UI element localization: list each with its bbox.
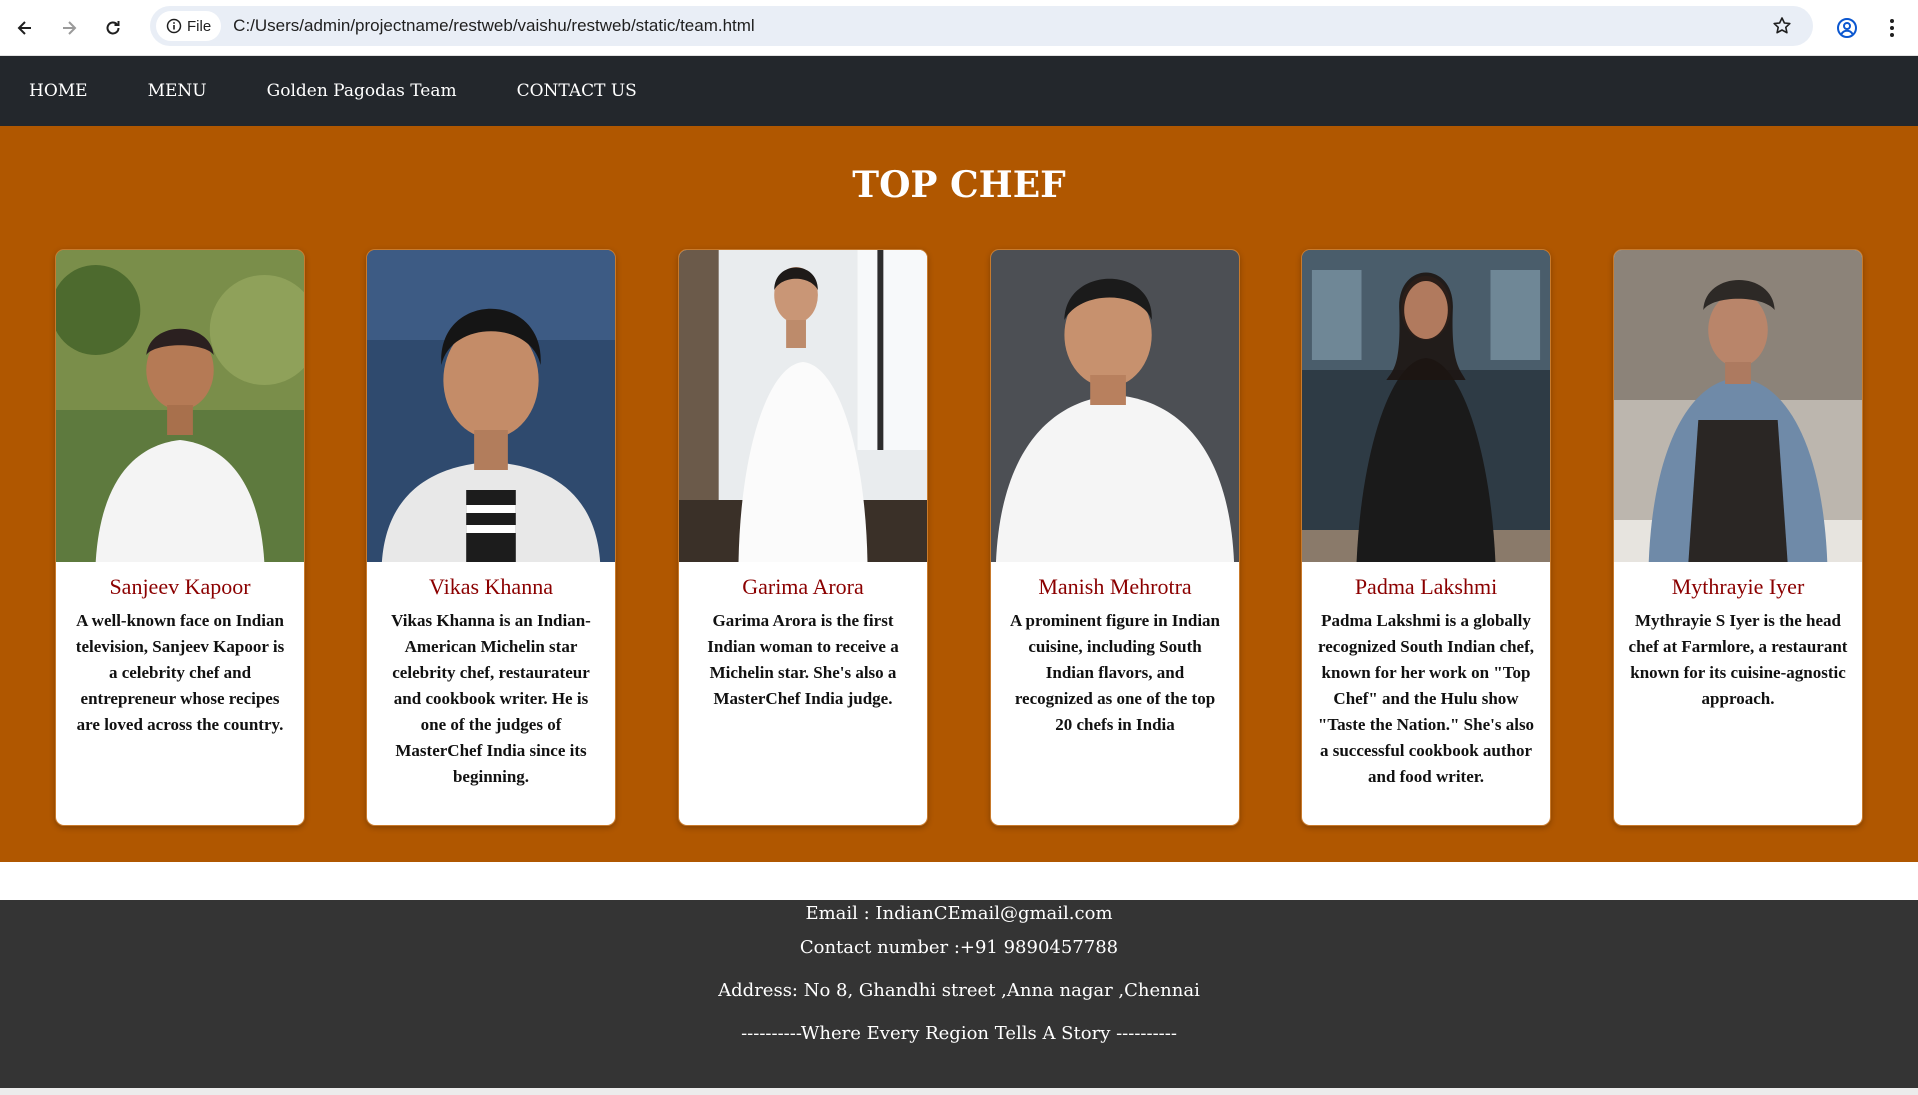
chef-photo <box>1614 250 1862 562</box>
chef-card: Padma Lakshmi Padma Lakshmi is a globall… <box>1301 249 1551 826</box>
forward-arrow-icon <box>63 20 77 35</box>
top-chef-section: TOP CHEF Sanjeev Kapoor A well-known fac… <box>0 126 1918 862</box>
footer-contact: Contact number :+91 9890457788 <box>799 937 1119 958</box>
back-button[interactable] <box>8 11 42 45</box>
chef-photo <box>679 250 927 562</box>
chef-name: Mythrayie Iyer <box>1671 574 1805 599</box>
address-bar[interactable]: File C:/Users/admin/projectname/restweb/… <box>150 6 1813 46</box>
bottom-strip <box>0 1088 1918 1095</box>
site-info-chip[interactable]: File <box>156 11 222 41</box>
chef-description: Padma Lakshmi is a globally recognized S… <box>1317 611 1535 786</box>
chef-name: Vikas Khanna <box>429 574 553 599</box>
star-icon <box>1773 17 1791 34</box>
browser-menu-button[interactable] <box>1875 11 1909 45</box>
chef-name: Manish Mehrotra <box>1038 574 1192 599</box>
chef-card: Manish Mehrotra A prominent figure in In… <box>990 249 1240 826</box>
bookmark-button[interactable] <box>1769 13 1795 39</box>
info-icon <box>166 18 182 34</box>
file-label: File <box>187 17 212 35</box>
chef-name: Padma Lakshmi <box>1354 574 1498 599</box>
chef-photo <box>367 250 615 562</box>
chef-card: Garima Arora Garima Arora is the first I… <box>678 249 928 826</box>
profile-icon <box>1837 18 1857 38</box>
nav-link-menu[interactable]: MENU <box>148 81 207 101</box>
section-title: TOP CHEF <box>852 164 1066 206</box>
chef-card: Mythrayie Iyer Mythrayie S Iyer is the h… <box>1613 249 1863 826</box>
chef-name: Garima Arora <box>742 574 864 599</box>
browser-toolbar: File C:/Users/admin/projectname/restweb/… <box>0 0 1918 56</box>
footer-address: Address: No 8, Ghandhi street ,Anna naga… <box>718 980 1200 1001</box>
nav-link-home[interactable]: HOME <box>29 81 88 101</box>
nav-link-team[interactable]: Golden Pagodas Team <box>267 81 457 101</box>
chef-photo <box>991 250 1239 562</box>
chef-description: A prominent figure in Indian cuisine, in… <box>1009 611 1221 734</box>
nav-link-contact[interactable]: CONTACT US <box>517 81 637 101</box>
chef-description: Vikas Khanna is an Indian-American Miche… <box>391 611 591 786</box>
chef-card: Vikas Khanna Vikas Khanna is an Indian-A… <box>366 249 616 826</box>
chef-photo <box>56 250 304 562</box>
chef-photo <box>1302 250 1550 562</box>
reload-icon <box>106 20 120 34</box>
forward-button[interactable] <box>52 11 86 45</box>
chef-description: Mythrayie S Iyer is the head chef at Far… <box>1628 611 1848 708</box>
reload-button[interactable] <box>96 11 130 45</box>
footer-email: Email : IndianCEmail@gmail.com <box>805 903 1113 924</box>
kebab-menu-icon <box>1890 19 1894 37</box>
footer-tagline: ----------Where Every Region Tells A Sto… <box>741 1023 1177 1044</box>
profile-button[interactable] <box>1830 11 1864 45</box>
chef-name: Sanjeev Kapoor <box>109 574 251 599</box>
url-text[interactable]: C:/Users/admin/projectname/restweb/vaish… <box>233 16 755 36</box>
back-arrow-icon <box>17 20 31 35</box>
chef-card: Sanjeev Kapoor A well-known face on Indi… <box>55 249 305 826</box>
site-navbar: HOME MENU Golden Pagodas Team CONTACT US <box>0 56 1918 126</box>
site-footer: Email : IndianCEmail@gmail.com Contact n… <box>0 900 1918 1090</box>
chef-description: A well-known face on Indian television, … <box>75 611 285 734</box>
chef-cards: Sanjeev Kapoor A well-known face on Indi… <box>0 249 1918 826</box>
chef-description: Garima Arora is the first Indian woman t… <box>707 611 899 708</box>
